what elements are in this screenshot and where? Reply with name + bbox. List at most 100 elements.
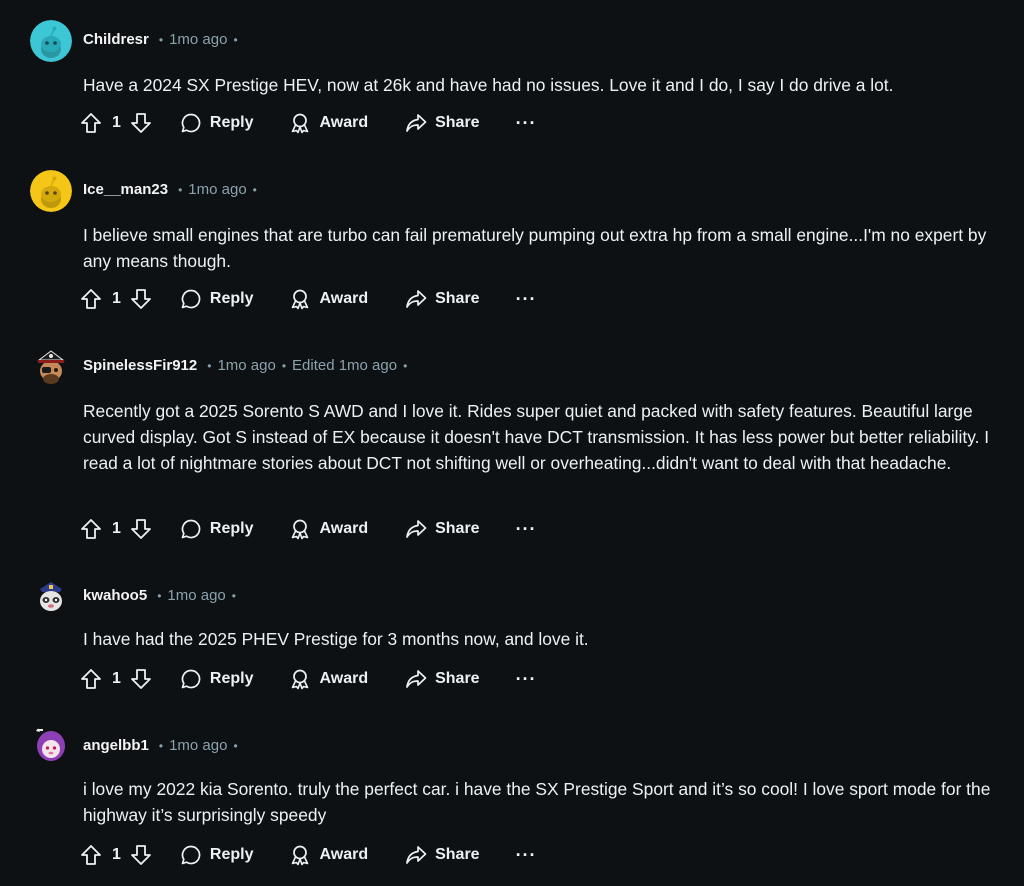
more-options-button[interactable]: ··· — [516, 519, 537, 540]
upvote-button[interactable] — [80, 668, 102, 690]
separator-dot: • — [233, 738, 238, 753]
speech-bubble-icon — [181, 289, 201, 309]
share-button[interactable]: Share — [405, 844, 480, 866]
downvote-arrow-icon — [131, 519, 151, 539]
separator-dot: • — [403, 358, 408, 373]
share-arrow-icon — [406, 290, 427, 308]
award-button[interactable]: Award — [289, 112, 368, 134]
downvote-button[interactable] — [130, 112, 152, 134]
comment-text: I believe small engines that are turbo c… — [83, 225, 987, 271]
separator-dot: • — [158, 738, 164, 753]
separator-dot: • — [233, 32, 238, 47]
purple-hair-avatar-icon — [30, 724, 72, 766]
upvote-arrow-icon — [81, 519, 101, 539]
upvote-button[interactable] — [80, 288, 102, 310]
username[interactable]: kwahoo5 — [83, 587, 147, 604]
separator-dot: • — [281, 358, 287, 373]
award-ribbon-icon — [292, 845, 309, 866]
upvote-button[interactable] — [80, 112, 102, 134]
username[interactable]: Ice__man23 — [83, 181, 168, 198]
separator-dot: • — [158, 32, 164, 47]
edited-label: Edited 1mo ago — [292, 357, 398, 374]
comment-actions: 1 Reply Award Share ··· — [80, 664, 537, 694]
upvote-arrow-icon — [81, 289, 101, 309]
comment-text: I have had the 2025 PHEV Prestige for 3 … — [83, 629, 589, 649]
more-options-button[interactable]: ··· — [516, 113, 537, 134]
award-ribbon-icon — [292, 113, 309, 134]
speech-bubble-icon — [181, 519, 201, 539]
reply-button[interactable]: Reply — [180, 112, 253, 134]
more-options-button[interactable]: ··· — [516, 845, 537, 866]
reply-button[interactable]: Reply — [180, 518, 253, 540]
vote-count: 1 — [112, 114, 121, 131]
upvote-button[interactable] — [80, 844, 102, 866]
reply-button[interactable]: Reply — [180, 288, 253, 310]
timestamp[interactable]: 1mo ago — [217, 357, 275, 374]
comment-actions: 1 Reply Award Share ··· — [80, 284, 537, 314]
speech-bubble-icon — [181, 669, 201, 689]
upvote-arrow-icon — [81, 669, 101, 689]
separator-dot: • — [207, 358, 212, 373]
share-button[interactable]: Share — [405, 112, 480, 134]
avatar[interactable] — [30, 576, 72, 618]
timestamp[interactable]: 1mo ago — [188, 181, 246, 198]
share-arrow-icon — [406, 846, 427, 864]
avatar[interactable] — [30, 724, 72, 766]
vote-count: 1 — [112, 670, 121, 687]
separator-dot: • — [178, 182, 183, 197]
comment-text: Recently got a 2025 Sorento S AWD and I … — [83, 401, 990, 473]
award-ribbon-icon — [292, 289, 309, 310]
upvote-arrow-icon — [81, 113, 101, 133]
snoo-avatar-icon — [30, 170, 72, 212]
upvote-button[interactable] — [80, 518, 102, 540]
share-button[interactable]: Share — [405, 288, 480, 310]
avatar[interactable] — [30, 20, 72, 62]
downvote-button[interactable] — [130, 288, 152, 310]
downvote-button[interactable] — [130, 668, 152, 690]
upvote-arrow-icon — [81, 845, 101, 865]
username[interactable]: SpinelessFir912 — [83, 357, 197, 374]
comment-actions: 1 Reply Award Share ··· — [80, 840, 537, 870]
reply-button[interactable]: Reply — [180, 844, 253, 866]
downvote-button[interactable] — [130, 518, 152, 540]
comment-actions: 1 Reply Award Share ··· — [80, 514, 537, 544]
comment-text: Have a 2024 SX Prestige HEV, now at 26k … — [83, 75, 894, 95]
vote-count: 1 — [112, 846, 121, 863]
separator-dot: • — [252, 182, 257, 197]
username[interactable]: angelbb1 — [83, 737, 149, 754]
more-options-button[interactable]: ··· — [516, 669, 537, 690]
vote-count: 1 — [112, 290, 121, 307]
award-ribbon-icon — [292, 519, 309, 540]
award-button[interactable]: Award — [289, 844, 368, 866]
timestamp[interactable]: 1mo ago — [169, 737, 227, 754]
share-button[interactable]: Share — [405, 518, 480, 540]
downvote-arrow-icon — [131, 669, 151, 689]
separator-dot: • — [157, 588, 162, 603]
downvote-arrow-icon — [131, 289, 151, 309]
award-ribbon-icon — [292, 669, 309, 690]
award-button[interactable]: Award — [289, 288, 368, 310]
separator-dot: • — [231, 588, 236, 603]
pirate-avatar-icon — [30, 346, 72, 388]
speech-bubble-icon — [181, 113, 201, 133]
more-options-button[interactable]: ··· — [516, 289, 537, 310]
award-button[interactable]: Award — [289, 668, 368, 690]
vote-count: 1 — [112, 520, 121, 537]
award-button[interactable]: Award — [289, 518, 368, 540]
avatar[interactable] — [30, 346, 72, 388]
avatar[interactable] — [30, 170, 72, 212]
share-arrow-icon — [406, 520, 427, 538]
share-arrow-icon — [406, 114, 427, 132]
comment-text: i love my 2022 kia Sorento. truly the pe… — [83, 779, 991, 825]
username[interactable]: Childresr — [83, 31, 149, 48]
snoo-avatar-icon — [30, 20, 72, 62]
share-button[interactable]: Share — [405, 668, 480, 690]
timestamp[interactable]: 1mo ago — [167, 587, 225, 604]
comment-actions: 1 Reply Award Share ··· — [80, 108, 537, 138]
police-avatar-icon — [30, 576, 72, 618]
reply-button[interactable]: Reply — [180, 668, 253, 690]
share-arrow-icon — [406, 670, 427, 688]
downvote-button[interactable] — [130, 844, 152, 866]
downvote-arrow-icon — [131, 845, 151, 865]
timestamp[interactable]: 1mo ago — [169, 31, 227, 48]
